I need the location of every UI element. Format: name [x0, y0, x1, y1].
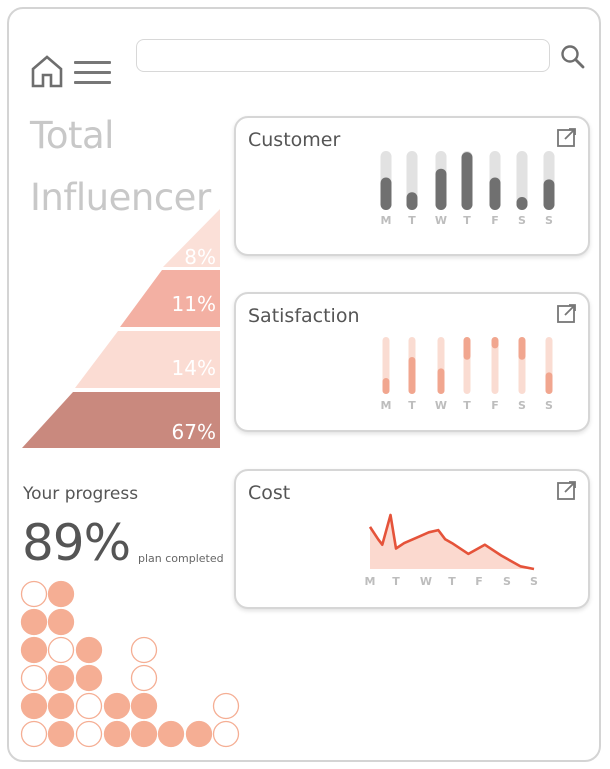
progress-label: Your progress: [23, 484, 139, 504]
customer-bar: [461, 152, 473, 210]
progress-dot-filled: [185, 720, 213, 748]
progress-dot-filled: [20, 692, 48, 720]
progress-dot-empty: [75, 720, 103, 748]
progress-dot-empty: [130, 664, 158, 692]
hamburger-menu-icon: [74, 61, 111, 64]
progress-dot-filled: [130, 720, 158, 748]
influencer-pyramid: 8% 11% 14% 67%: [22, 209, 220, 448]
progress-dot-empty: [20, 664, 48, 692]
pyramid-label-8: 8%: [184, 245, 216, 269]
satisfaction-bar: [491, 337, 499, 349]
cost-day-label: S: [530, 575, 538, 588]
progress-dot-filled: [75, 664, 103, 692]
satisfaction-day-label: S: [545, 399, 553, 412]
progress-dot-empty: [75, 692, 103, 720]
progress-dot-empty: [20, 580, 48, 608]
pyramid-label-67: 67%: [172, 420, 216, 444]
satisfaction-day-label: T: [408, 399, 416, 412]
satisfaction-day-label: F: [491, 399, 499, 412]
customer-day-label: T: [408, 214, 416, 227]
satisfaction-bar: [408, 356, 416, 394]
page-title-line1: Total: [30, 114, 114, 157]
cost-day-label: T: [392, 575, 400, 588]
progress-dot-empty: [130, 636, 158, 664]
search-input[interactable]: [136, 39, 550, 72]
cost-day-label: S: [503, 575, 511, 588]
home-button[interactable]: [30, 54, 64, 88]
satisfaction-day-label: M: [381, 399, 392, 412]
cost-card[interactable]: Cost MTWTFSS: [234, 469, 590, 609]
customer-day-label: M: [381, 214, 392, 227]
progress-dot-filled: [47, 692, 75, 720]
progress-dot-empty: [20, 720, 48, 748]
progress-dot-empty: [47, 636, 75, 664]
satisfaction-range-chart: MTWTFSS: [381, 337, 553, 412]
progress-dot-filled: [47, 580, 75, 608]
customer-day-label: T: [463, 214, 471, 227]
satisfaction-day-label: T: [463, 399, 471, 412]
pyramid-label-11: 11%: [172, 292, 216, 316]
progress-dot-filled: [130, 692, 158, 720]
search-button[interactable]: [560, 44, 586, 70]
satisfaction-bar: [437, 368, 445, 394]
customer-bar: [380, 177, 392, 210]
customer-day-label: W: [435, 214, 447, 227]
satisfaction-bar: [463, 337, 471, 360]
progress-dot-filled: [157, 720, 185, 748]
progress-dot-filled: [47, 720, 75, 748]
cost-day-label: F: [475, 575, 483, 588]
progress-dot-empty: [212, 692, 240, 720]
progress-dot-filled: [20, 608, 48, 636]
cost-day-label: T: [448, 575, 456, 588]
customer-bar: [516, 197, 528, 210]
cost-day-label: W: [420, 575, 432, 588]
customer-bar-chart: MTWTFSS: [380, 151, 555, 227]
customer-day-label: F: [491, 214, 499, 227]
progress-dot-filled: [103, 692, 131, 720]
progress-dot-filled: [75, 636, 103, 664]
customer-bar: [543, 179, 555, 210]
progress-dot-filled: [103, 720, 131, 748]
customer-card[interactable]: Customer MTWTFSS: [234, 116, 590, 256]
progress-dot-filled: [20, 636, 48, 664]
customer-bar: [489, 177, 501, 210]
cost-day-label: M: [365, 575, 376, 588]
progress-dot-grid: [20, 580, 240, 748]
satisfaction-day-label: S: [518, 399, 526, 412]
progress-dot-empty: [212, 720, 240, 748]
customer-bar: [435, 168, 447, 210]
cost-area-chart: MTWTFSS: [365, 513, 538, 588]
customer-day-label: S: [518, 214, 526, 227]
progress-dot-filled: [47, 608, 75, 636]
satisfaction-day-label: W: [435, 399, 447, 412]
progress-caption: plan completed: [138, 552, 224, 565]
satisfaction-bar: [545, 372, 553, 394]
progress-value: 89%: [22, 514, 131, 572]
pyramid-label-14: 14%: [172, 356, 216, 380]
menu-button[interactable]: [74, 58, 112, 86]
satisfaction-card[interactable]: Satisfaction MTWTFSS: [234, 292, 590, 432]
home-icon: [31, 55, 63, 88]
customer-bar: [406, 192, 418, 210]
search-icon: [561, 45, 585, 69]
customer-day-label: S: [545, 214, 553, 227]
progress-dot-filled: [47, 664, 75, 692]
satisfaction-bar: [518, 337, 526, 360]
satisfaction-bar: [382, 378, 390, 394]
